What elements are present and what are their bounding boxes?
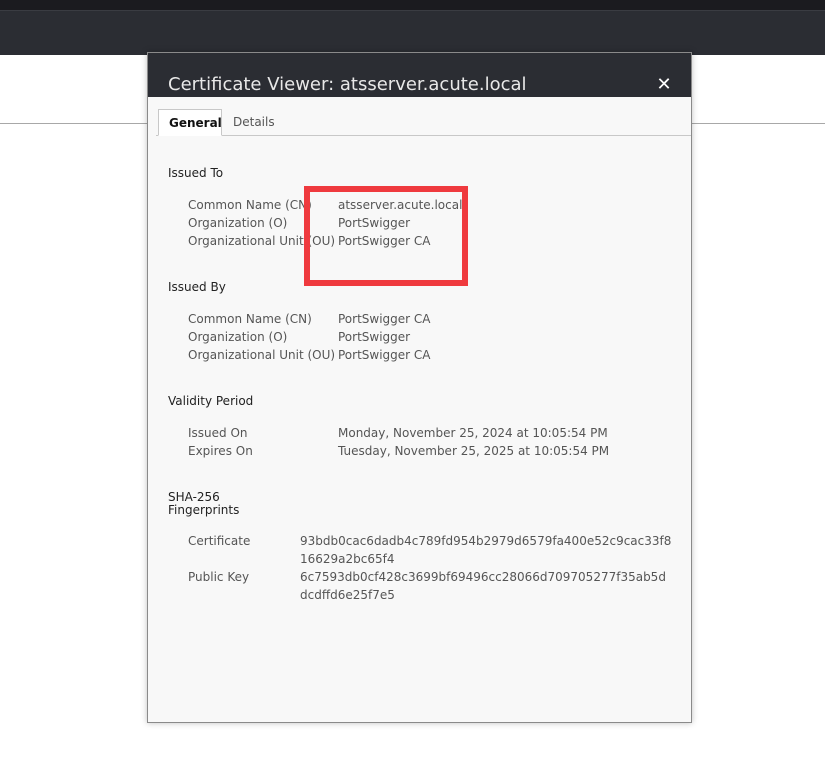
issued-to-heading: Issued To	[168, 166, 224, 180]
browser-toolbar	[0, 10, 825, 55]
dialog-title: Certificate Viewer: atsserver.acute.loca…	[168, 74, 527, 95]
issued-by-o-value: PortSwigger	[338, 330, 411, 344]
issued-to-o-label: Organization (O)	[188, 216, 288, 230]
tab-bar: General Details	[156, 109, 691, 136]
expires-on-value: Tuesday, November 25, 2025 at 10:05:54 P…	[338, 444, 610, 458]
tab-details[interactable]: Details	[223, 109, 285, 135]
public-key-fp-value: 6c7593db0cf428c3699bf69496cc28066d709705…	[300, 570, 666, 602]
issued-on-value: Monday, November 25, 2024 at 10:05:54 PM	[338, 426, 608, 440]
issued-by-ou-value: PortSwigger CA	[338, 348, 431, 362]
issued-by-cn-label: Common Name (CN)	[188, 312, 312, 326]
fingerprints-heading-line2: Fingerprints	[168, 503, 240, 517]
tab-general[interactable]: General	[158, 109, 222, 136]
issued-by-ou-label: Organizational Unit (OU)	[188, 348, 336, 362]
validity-heading: Validity Period	[168, 394, 254, 408]
browser-top-strip	[0, 0, 825, 10]
dialog-header: Certificate Viewer: atsserver.acute.loca…	[148, 53, 691, 97]
certificate-fp-label: Certificate	[188, 534, 251, 548]
issued-by-cn-value: PortSwigger CA	[338, 312, 431, 326]
expires-on-label: Expires On	[188, 444, 253, 458]
highlight-box	[304, 186, 468, 286]
public-key-fp-label: Public Key	[188, 570, 250, 584]
certificate-fp-value: 93bdb0cac6dadb4c789fd954b2979d6579fa400e…	[300, 534, 672, 566]
issued-by-o-label: Organization (O)	[188, 330, 288, 344]
issued-on-label: Issued On	[188, 426, 248, 440]
certificate-viewer-dialog: Certificate Viewer: atsserver.acute.loca…	[147, 52, 692, 723]
close-icon[interactable]: ✕	[652, 73, 676, 97]
issued-to-cn-label: Common Name (CN)	[188, 198, 312, 212]
issued-by-heading: Issued By	[168, 280, 226, 294]
